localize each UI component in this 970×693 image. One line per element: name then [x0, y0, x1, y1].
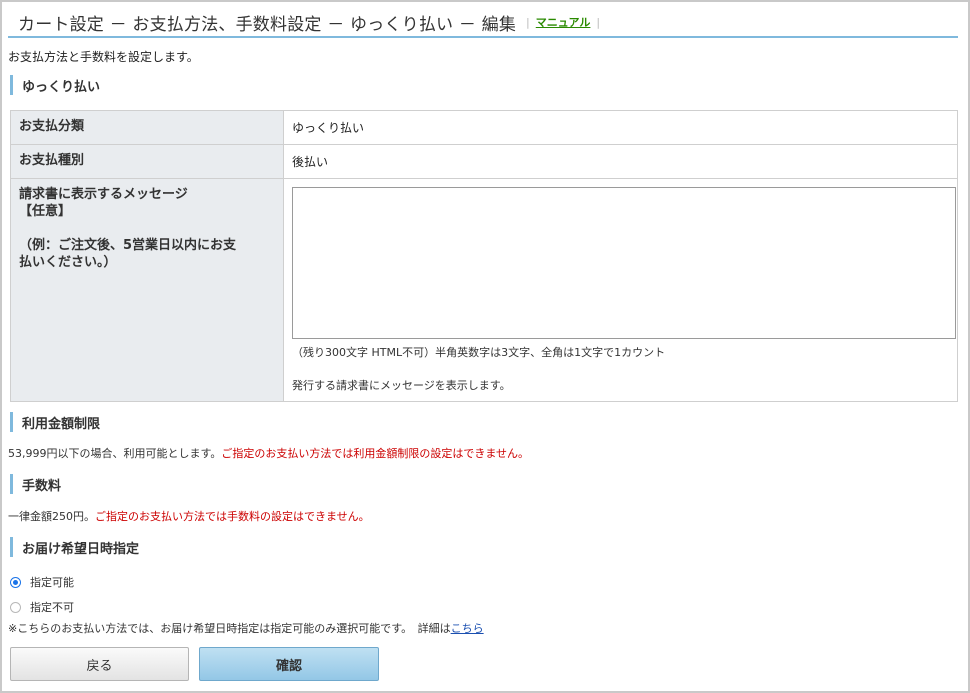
radio-on-icon[interactable] — [10, 576, 21, 588]
table-row-category: お支払分類 ゆっくり払い — [10, 110, 958, 145]
delivery-details-link[interactable]: こちら — [451, 622, 484, 635]
separator-right: | — [596, 15, 601, 29]
fee-text: 一律金額250円。 — [8, 510, 95, 523]
type-value: 後払い — [283, 144, 958, 179]
message-description: 発行する請求書にメッセージを表示します。 — [292, 379, 511, 392]
delivery-option-off-label: 指定不可 — [30, 601, 74, 614]
section-heading-fee: 手数料 — [10, 474, 958, 494]
message-example-line2: 払いください。） — [19, 255, 117, 270]
limit-line: 53,999円以下の場合、利用可能とします。ご指定のお支払い方法では利用金額制限… — [8, 445, 529, 461]
title-bar: カート設定 － お支払方法、手数料設定 － ゆっくり払い － 編集 | マニュア… — [8, 8, 958, 38]
delivery-note: ※こちらのお支払い方法では、お届け希望日時指定は指定可能のみ選択可能です。 詳細… — [8, 620, 484, 636]
table-row-type: お支払種別 後払い — [10, 144, 958, 179]
limit-text: 53,999円以下の場合、利用可能とします。 — [8, 447, 222, 460]
page-title: カート設定 － お支払方法、手数料設定 － ゆっくり払い － 編集 — [18, 14, 517, 35]
section-heading-payment: ゆっくり払い — [10, 75, 958, 95]
confirm-button[interactable]: 確認 — [199, 647, 379, 681]
type-label: お支払種別 — [10, 144, 284, 179]
message-example-line1: （例：ご注文後、5営業日以内にお支 — [19, 238, 237, 253]
message-label-cell: 請求書に表示するメッセージ 【任意】 （例：ご注文後、5営業日以内にお支 払いく… — [10, 178, 284, 402]
delivery-option-on[interactable]: 指定可能 — [10, 574, 74, 590]
payment-settings-table: お支払分類 ゆっくり払い お支払種別 後払い 請求書に表示するメッセージ 【任意… — [10, 110, 958, 402]
back-button[interactable]: 戻る — [10, 647, 189, 681]
main-panel: カート設定 － お支払方法、手数料設定 － ゆっくり払い － 編集 | マニュア… — [0, 0, 970, 693]
message-value-cell: （残り300文字 HTML不可）半角英数字は3文字、全角は1文字で1カウント 発… — [283, 178, 958, 402]
limit-warning: ご指定のお支払い方法では利用金額制限の設定はできません。 — [221, 447, 530, 460]
intro-text: お支払方法と手数料を設定します。 — [8, 50, 199, 64]
manual-wrap: | マニュアル | — [526, 14, 600, 30]
category-value: ゆっくり払い — [283, 110, 958, 145]
section-heading-limit: 利用金額制限 — [10, 412, 958, 432]
delivery-note-text: ※こちらのお支払い方法では、お届け希望日時指定は指定可能のみ選択可能です。 詳細… — [8, 622, 451, 635]
delivery-option-on-label: 指定可能 — [30, 576, 74, 589]
category-label: お支払分類 — [10, 110, 284, 145]
message-char-note: （残り300文字 HTML不可）半角英数字は3文字、全角は1文字で1カウント — [292, 346, 666, 359]
invoice-message-textarea[interactable] — [292, 187, 956, 339]
separator-left: | — [526, 15, 530, 29]
section-heading-delivery: お届け希望日時指定 — [10, 537, 958, 557]
fee-line: 一律金額250円。ご指定のお支払い方法では手数料の設定はできません。 — [8, 508, 370, 524]
table-row-message: 請求書に表示するメッセージ 【任意】 （例：ご注文後、5営業日以内にお支 払いく… — [10, 178, 958, 402]
radio-off-icon[interactable] — [10, 601, 21, 613]
fee-warning: ご指定のお支払い方法では手数料の設定はできません。 — [95, 510, 370, 523]
message-optional-label: 【任意】 — [19, 204, 72, 219]
message-label: 請求書に表示するメッセージ — [19, 187, 188, 202]
delivery-option-off[interactable]: 指定不可 — [10, 599, 74, 615]
manual-link[interactable]: マニュアル — [536, 14, 591, 30]
